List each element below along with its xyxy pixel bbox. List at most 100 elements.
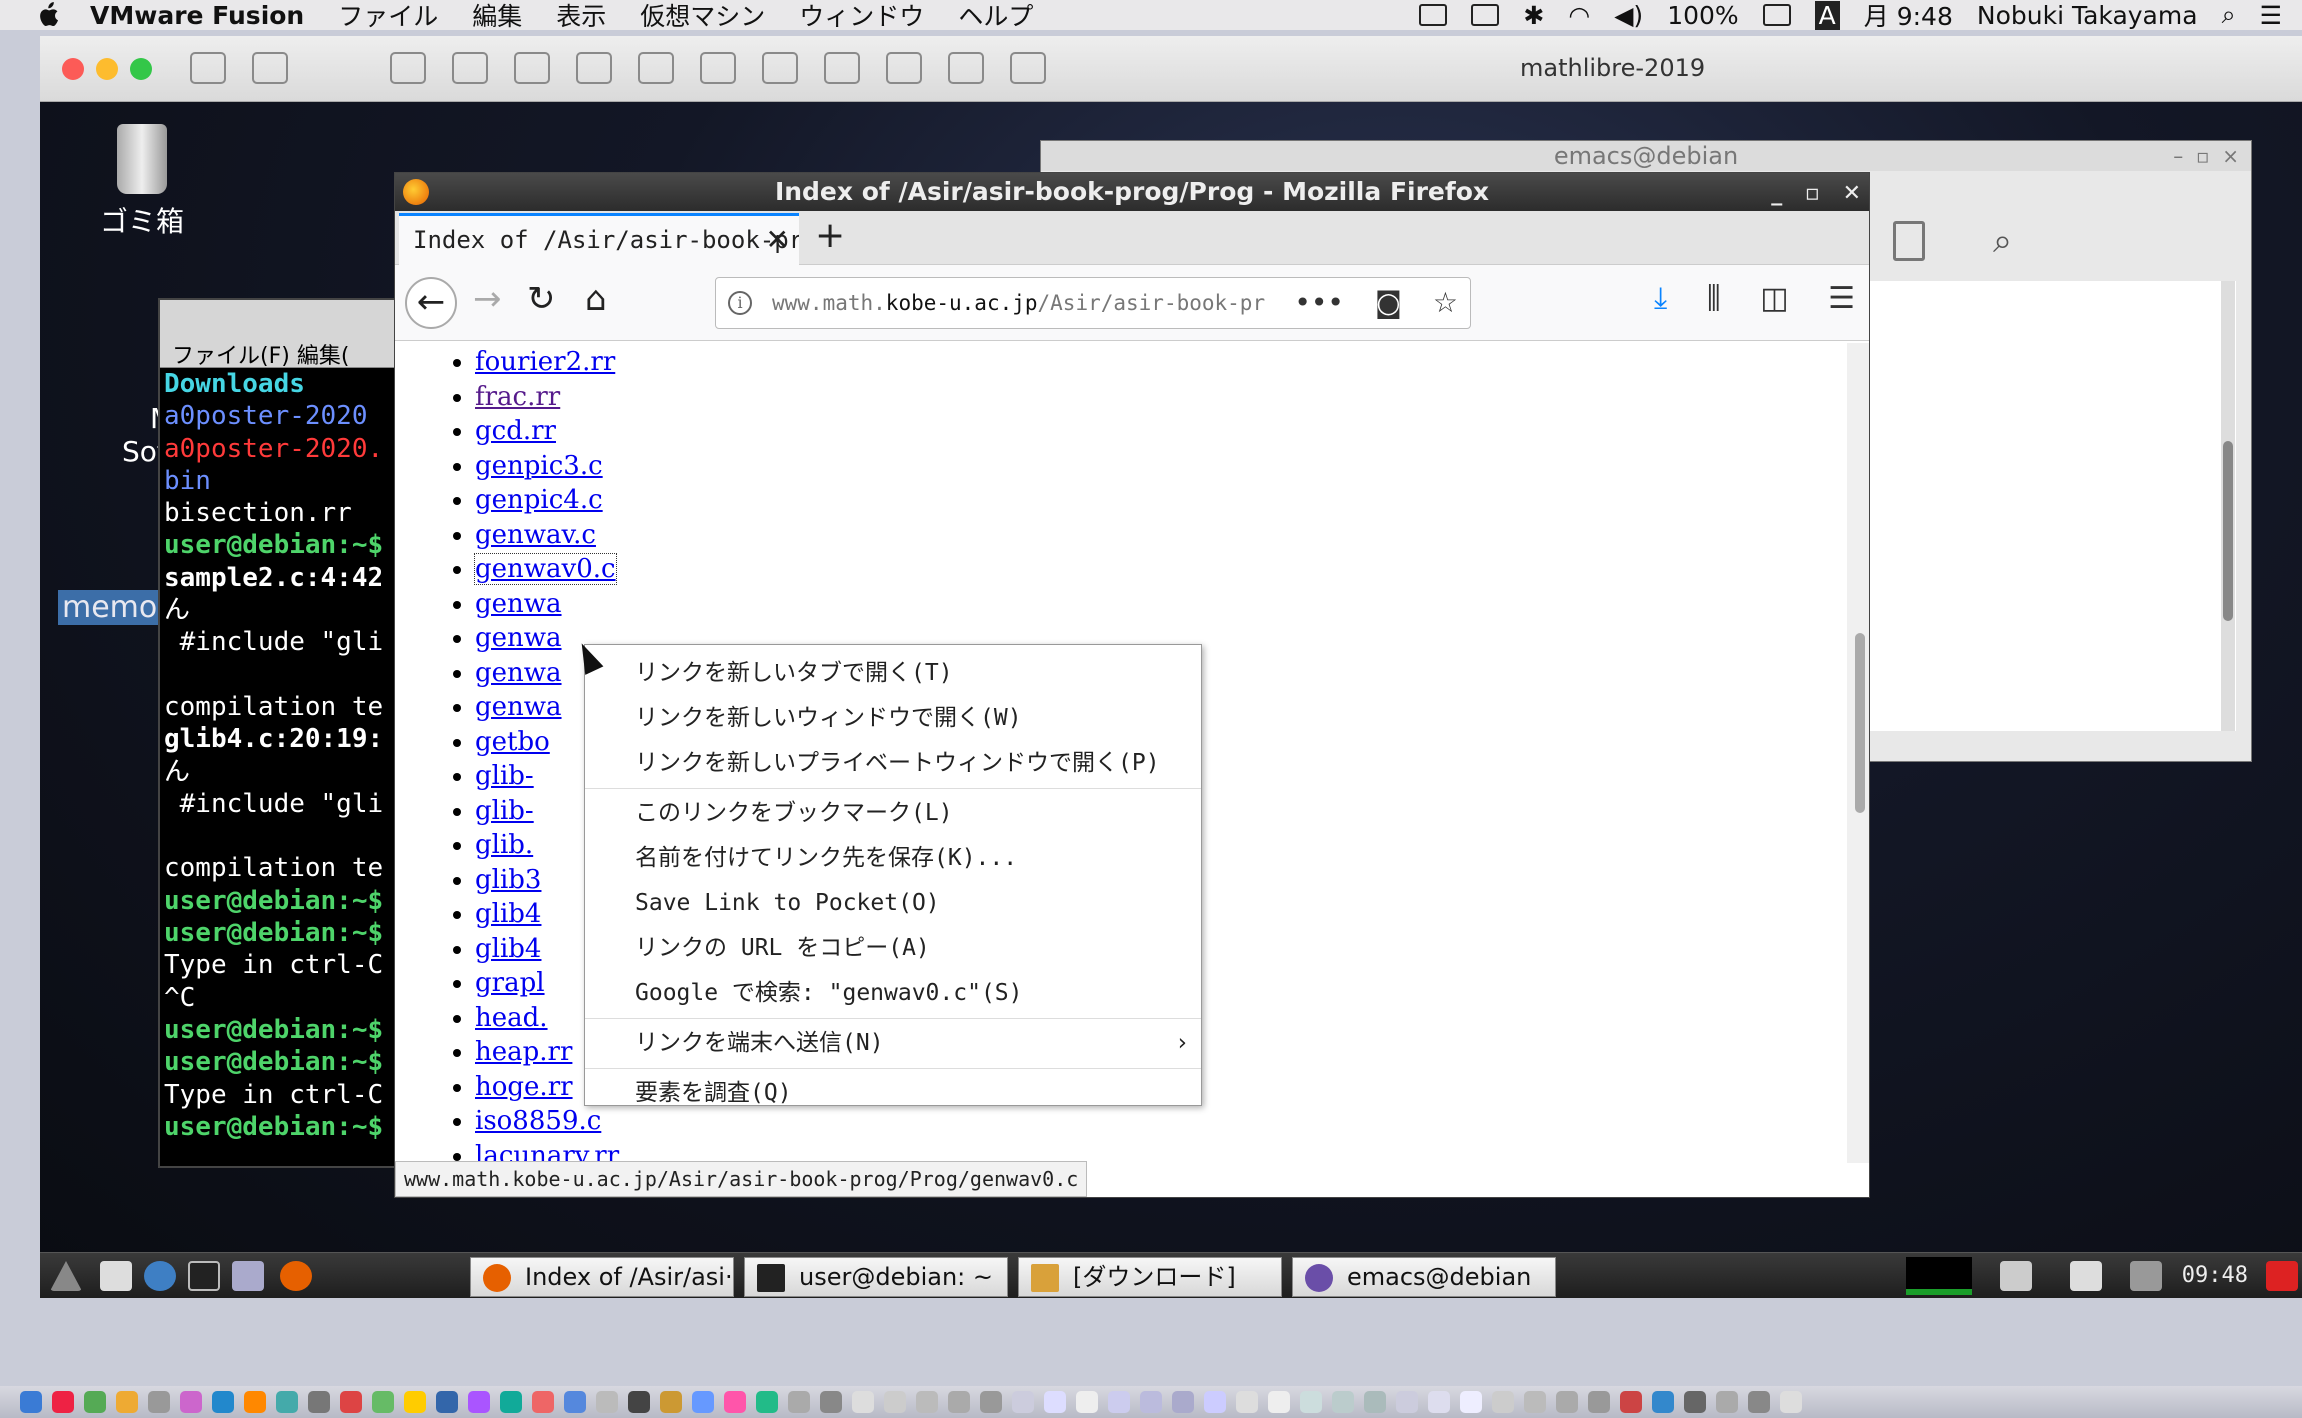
clipboard-tray-icon[interactable] (2070, 1261, 2102, 1291)
paste-icon[interactable] (1893, 221, 1925, 261)
maximize-icon[interactable]: ▫ (1805, 181, 1820, 206)
file-link[interactable]: genpic4.c (475, 485, 603, 515)
close-window-button[interactable] (62, 58, 84, 80)
headset-icon[interactable] (762, 52, 798, 84)
dock-app-icon[interactable] (500, 1391, 522, 1413)
ctx-open-private-window[interactable]: リンクを新しいプライベートウィンドウで開く(P) (585, 741, 1201, 786)
dock-app-icon[interactable] (1460, 1391, 1482, 1413)
file-link[interactable]: genwav0.c (474, 553, 617, 585)
start-menu-icon[interactable] (50, 1261, 82, 1291)
file-link[interactable]: genwa (475, 658, 562, 688)
close-icon[interactable]: ✕ (1843, 181, 1861, 206)
dock-app-icon[interactable] (244, 1391, 266, 1413)
emacs-scroll-thumb[interactable] (2223, 441, 2233, 621)
ctx-google-search[interactable]: Google で検索: "genwav0.c"(S) (585, 971, 1201, 1016)
file-link[interactable]: fourier2.rr (475, 347, 615, 377)
dock-app-icon[interactable] (212, 1391, 234, 1413)
file-link[interactable]: glib- (475, 761, 534, 791)
file-link[interactable]: lacunary.rr (475, 1141, 619, 1164)
dock-app-icon[interactable] (1396, 1391, 1418, 1413)
dock-app-icon[interactable] (148, 1391, 170, 1413)
dock-app-icon[interactable] (884, 1391, 906, 1413)
share-icon[interactable] (824, 52, 860, 84)
taskbar-clock[interactable]: 09:48 (2182, 1253, 2248, 1299)
dock-app-icon[interactable] (692, 1391, 714, 1413)
show-desktop-icon[interactable] (100, 1261, 132, 1291)
dock-app-icon[interactable] (788, 1391, 810, 1413)
dock-app-icon[interactable] (20, 1391, 42, 1413)
file-link[interactable]: frac.rr (475, 382, 560, 412)
file-link[interactable]: glib. (475, 830, 533, 860)
desktop-memo-label[interactable]: memo (58, 590, 162, 625)
file-link[interactable]: glib3 (475, 865, 541, 895)
dock-app-icon[interactable] (468, 1391, 490, 1413)
disk-icon[interactable] (514, 52, 550, 84)
ctx-save-link-as[interactable]: 名前を付けてリンク先を保存(K)... (585, 836, 1201, 881)
volume-tray-icon[interactable] (2000, 1261, 2032, 1291)
dock-app-icon[interactable] (52, 1391, 74, 1413)
page-scroll-thumb[interactable] (1855, 633, 1865, 813)
task-file-manager[interactable]: [ダウンロード] (1018, 1257, 1282, 1297)
screen-record-icon[interactable] (1471, 4, 1500, 26)
apple-menu-icon[interactable] (28, 2, 68, 28)
dock-app-icon[interactable] (916, 1391, 938, 1413)
menu-view[interactable]: 表示 (556, 0, 606, 33)
dock-app-icon[interactable] (1300, 1391, 1322, 1413)
shared-folder-icon[interactable] (1010, 52, 1046, 84)
network-tray-icon[interactable] (2130, 1261, 2162, 1291)
task-firefox[interactable]: Index of /Asir/asi··· (470, 1257, 734, 1297)
window-switch-icon[interactable] (232, 1261, 264, 1291)
file-link[interactable]: glib4 (475, 934, 541, 964)
dock-app-icon[interactable] (1332, 1391, 1354, 1413)
ctx-copy-link-url[interactable]: リンクの URL をコピー(A) (585, 926, 1201, 971)
dock-app-icon[interactable] (532, 1391, 554, 1413)
browser-launcher-icon[interactable] (144, 1261, 176, 1291)
forward-arrow-icon[interactable]: → (473, 279, 502, 319)
dock-app-icon[interactable] (1236, 1391, 1258, 1413)
suspend-icon[interactable] (190, 52, 226, 84)
back-arrow-icon[interactable]: ← (405, 277, 457, 329)
bookmark-star-icon[interactable]: ☆ (1433, 286, 1458, 319)
tab-index-of-prog[interactable]: Index of /Asir/asir-book-pr ✕ (399, 213, 799, 265)
dock-app-icon[interactable] (628, 1391, 650, 1413)
menu-window[interactable]: ウィンドウ (799, 0, 924, 33)
desktop-trash[interactable]: ゴミ箱 (100, 124, 184, 240)
emacs-buffer[interactable] (1841, 281, 2236, 731)
file-link[interactable]: genwa (475, 623, 562, 653)
spotlight-icon[interactable]: ⌕ (2222, 0, 2236, 30)
dock-app-icon[interactable] (724, 1391, 746, 1413)
camera-icon[interactable] (886, 52, 922, 84)
dock-app-icon[interactable] (372, 1391, 394, 1413)
ctx-send-link-to-device[interactable]: リンクを端末へ送信(N) › (585, 1021, 1201, 1066)
screen-mirror-icon[interactable] (1419, 4, 1448, 26)
emacs-window-controls[interactable]: – ▫ × (2173, 141, 2239, 171)
terminal-launcher-icon[interactable] (188, 1261, 220, 1291)
menubar-user[interactable]: Nobuki Takayama (1977, 1, 2198, 30)
file-link[interactable]: genpic3.c (475, 451, 603, 481)
dock-app-icon[interactable] (948, 1391, 970, 1413)
volume-icon[interactable]: ◀) (1614, 1, 1643, 30)
ctx-inspect-element[interactable]: 要素を調査(Q) (585, 1071, 1201, 1116)
dock-app-icon[interactable] (564, 1391, 586, 1413)
notification-center-icon[interactable]: ☰ (2260, 1, 2282, 30)
menu-file[interactable]: ファイル (338, 0, 438, 33)
file-link[interactable]: glib- (475, 796, 534, 826)
dock-app-icon[interactable] (852, 1391, 874, 1413)
dock-app-icon[interactable] (596, 1391, 618, 1413)
menu-help[interactable]: ヘルプ (958, 0, 1033, 33)
battery-icon[interactable] (1762, 4, 1791, 26)
dock-app-icon[interactable] (756, 1391, 778, 1413)
file-link[interactable]: glib4 (475, 899, 541, 929)
file-link[interactable]: iso8859.c (475, 1106, 601, 1136)
settings-wrench-icon[interactable] (390, 52, 426, 84)
file-link[interactable]: getbo (475, 727, 550, 757)
dock-app-icon[interactable] (276, 1391, 298, 1413)
ctx-open-new-tab[interactable]: リンクを新しいタブで開く(T) (585, 651, 1201, 696)
dock-app-icon[interactable] (1044, 1391, 1066, 1413)
input-source-indicator[interactable]: A (1814, 0, 1840, 30)
hamburger-menu-icon[interactable]: ☰ (1828, 281, 1855, 316)
file-link[interactable]: genwa (475, 589, 562, 619)
home-icon[interactable]: ⌂ (585, 279, 607, 319)
menu-edit[interactable]: 編集 (472, 0, 522, 33)
downloads-icon[interactable]: ⤓ (1654, 281, 1667, 316)
